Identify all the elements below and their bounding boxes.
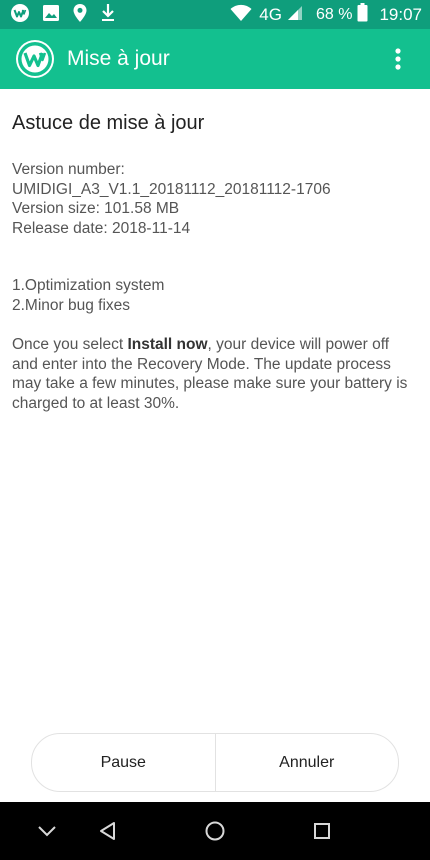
notice-prefix: Once you select <box>12 336 128 353</box>
version-size: Version size: 101.58 MB <box>12 200 180 217</box>
network-type: 4G <box>259 5 282 24</box>
location-icon <box>72 3 88 28</box>
umidigi-notification-icon <box>10 3 30 28</box>
page-heading: Astuce de mise à jour <box>12 112 205 134</box>
download-icon <box>100 3 116 28</box>
notification-icons <box>10 3 116 28</box>
action-buttons: Pause Annuler <box>31 733 399 792</box>
signal-icon <box>287 5 303 26</box>
app-title: Mise à jour <box>67 47 170 70</box>
back-icon[interactable] <box>96 819 120 843</box>
changelog: 1.Optimization system 2.Minor bug fixes <box>12 276 418 315</box>
screen: 4G 68 % 19:07 Mise à jour Astuce de mise… <box>0 0 430 860</box>
overflow-menu-icon[interactable] <box>384 45 412 73</box>
update-info: Astuce de mise à jour Version number: UM… <box>12 110 418 413</box>
version-number: UMIDIGI_A3_V1.1_20181112_20181112-1706 <box>12 180 331 198</box>
install-notice: Once you select Install now, your device… <box>12 335 418 413</box>
home-icon[interactable] <box>203 819 227 843</box>
navigation-bar <box>0 802 430 860</box>
app-bar: Mise à jour <box>0 29 430 89</box>
notice-install-now: Install now <box>127 336 208 353</box>
changelog-item: 1.Optimization system <box>12 277 165 294</box>
recents-icon[interactable] <box>310 819 334 843</box>
umidigi-logo-icon <box>16 40 54 78</box>
image-icon <box>42 4 60 27</box>
cancel-button[interactable]: Annuler <box>216 734 399 791</box>
battery-percentage: 68 % <box>315 6 353 23</box>
battery-icon <box>357 3 368 27</box>
version-number-label: Version number: <box>12 161 125 178</box>
changelog-item: 2.Minor bug fixes <box>12 296 131 314</box>
wifi-icon <box>230 4 252 27</box>
status-bar: 4G 68 % 19:07 <box>0 0 430 29</box>
system-indicators: 4G 68 % 19:07 <box>230 3 422 27</box>
chevron-down-icon[interactable] <box>35 819 59 843</box>
clock: 19:07 <box>379 5 422 24</box>
pause-button[interactable]: Pause <box>32 734 215 791</box>
release-date: Release date: 2018-11-14 <box>12 219 191 237</box>
